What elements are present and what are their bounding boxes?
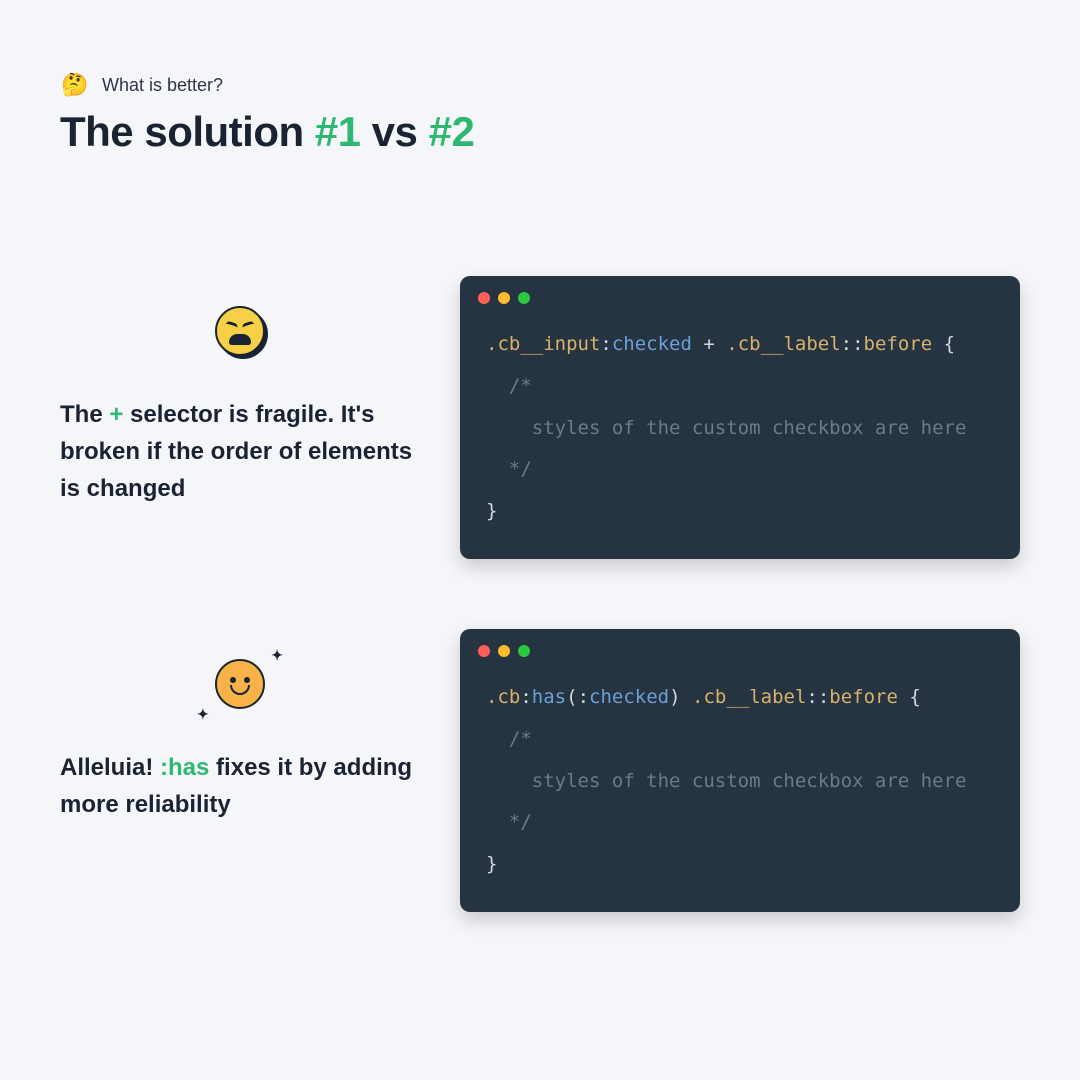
header-lead-text: What is better? — [102, 75, 223, 96]
thinking-face-icon: 🤔 — [60, 70, 90, 100]
title-num2: #2 — [429, 108, 475, 155]
comparison-row-2: ✦ ✦ Alleluia! :has fixes it by adding mo… — [60, 629, 1020, 912]
code-block-2: .cb:has(:checked) .cb__label::before { /… — [460, 667, 1020, 890]
row1-description: The + selector is fragile. It's broken i… — [60, 396, 420, 508]
zoom-dot-icon — [518, 292, 530, 304]
sparkle-icon: ✦ — [197, 706, 209, 723]
title-pre: The solution — [60, 108, 315, 155]
minimize-dot-icon — [498, 292, 510, 304]
row2-text-col: ✦ ✦ Alleluia! :has fixes it by adding mo… — [60, 629, 420, 823]
title-mid: vs — [361, 108, 429, 155]
comparison-row-1: The + selector is fragile. It's broken i… — [60, 276, 1020, 559]
minimize-dot-icon — [498, 645, 510, 657]
title-num1: #1 — [315, 108, 361, 155]
row2-desc-accent: :has — [160, 754, 209, 781]
code-window-2: .cb:has(:checked) .cb__label::before { /… — [460, 629, 1020, 912]
code-block-1: .cb__input:checked + .cb__label::before … — [460, 314, 1020, 537]
code-window-1: .cb__input:checked + .cb__label::before … — [460, 276, 1020, 559]
page-title: The solution #1 vs #2 — [60, 108, 1020, 156]
row1-desc-pre: The — [60, 401, 109, 428]
row2-description: Alleluia! :has fixes it by adding more r… — [60, 749, 420, 823]
close-dot-icon — [478, 645, 490, 657]
row1-desc-accent: + — [109, 401, 123, 428]
happy-face-icon: ✦ ✦ — [215, 659, 265, 709]
close-dot-icon — [478, 292, 490, 304]
sparkle-icon: ✦ — [271, 647, 283, 664]
weary-face-icon — [215, 306, 265, 356]
row2-desc-pre: Alleluia! — [60, 754, 160, 781]
window-controls — [460, 276, 1020, 314]
window-controls — [460, 629, 1020, 667]
row1-text-col: The + selector is fragile. It's broken i… — [60, 276, 420, 508]
zoom-dot-icon — [518, 645, 530, 657]
header-lead: 🤔 What is better? — [60, 70, 1020, 100]
